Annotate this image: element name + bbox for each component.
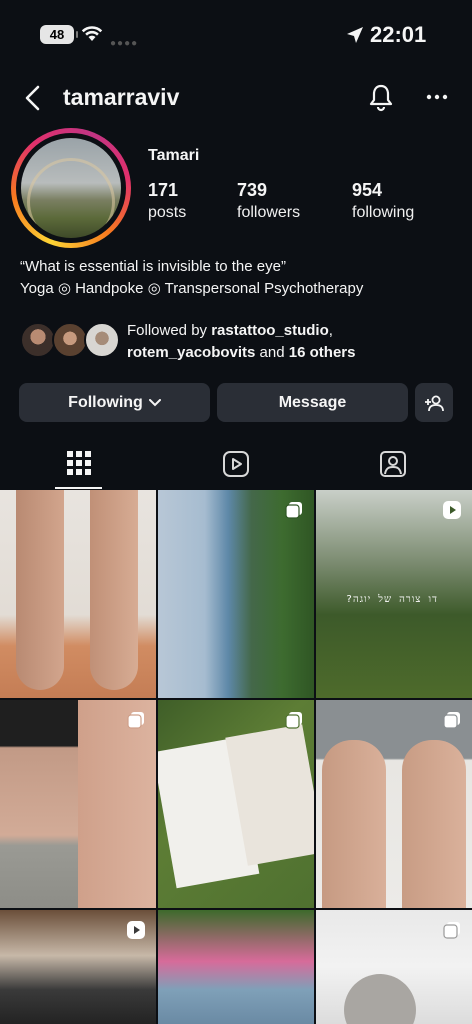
cellular-signal-icon: ●●●● <box>110 38 139 49</box>
following-button-label: Following <box>68 393 143 411</box>
photo-leg <box>402 740 466 908</box>
suggested-users-button[interactable] <box>415 383 453 422</box>
post-thumbnail[interactable] <box>0 700 156 908</box>
carousel-icon <box>285 712 302 729</box>
back-arrow-icon[interactable] <box>22 84 44 112</box>
reel-overlay-text: ?דו צורה של יוגה <box>346 594 438 605</box>
carousel-icon <box>127 712 144 729</box>
followed-by-section[interactable]: Followed by rastattoo_studio, rotem_yaco… <box>20 320 460 364</box>
post-thumbnail[interactable]: ?דו צורה של יוגה <box>316 490 472 698</box>
photo-mirror <box>344 974 416 1024</box>
active-tab-indicator <box>55 487 102 489</box>
bio-line-quote: “What is essential is invisible to the e… <box>20 258 286 275</box>
followed-by-prefix: Followed by <box>127 322 212 339</box>
profile-bio: “What is essential is invisible to the e… <box>20 256 363 300</box>
followed-by-others: 16 others <box>288 344 356 361</box>
follower-avatar <box>84 322 120 358</box>
posts-count: 171 <box>148 180 179 200</box>
time-text: 22:01 <box>370 22 427 47</box>
more-options-icon[interactable] <box>426 94 448 100</box>
carousel-icon <box>285 502 302 519</box>
photo-leg <box>322 740 386 908</box>
followed-by-user-1: rastattoo_studio <box>211 322 329 339</box>
followed-by-comma: , <box>328 322 333 339</box>
posts-stat[interactable]: 171 posts <box>148 180 186 222</box>
reel-icon <box>127 921 145 939</box>
post-thumbnail[interactable] <box>0 910 156 1024</box>
bio-line-tags: Yoga ◎ Handpoke ◎ Transpersonal Psychoth… <box>20 280 364 297</box>
notification-bell-icon[interactable] <box>367 82 395 112</box>
post-thumbnail[interactable] <box>158 910 314 1024</box>
profile-avatar[interactable] <box>11 128 131 248</box>
followers-count: 739 <box>237 180 268 200</box>
add-person-icon <box>425 395 444 411</box>
following-button[interactable]: Following <box>19 383 210 422</box>
follower-avatar <box>20 322 56 358</box>
photo-leg <box>90 490 138 690</box>
reel-icon <box>443 501 461 519</box>
header-username: tamarraviv <box>63 84 180 110</box>
followers-stat[interactable]: 739 followers <box>237 180 300 222</box>
follower-avatar <box>52 322 88 358</box>
following-label: following <box>352 204 415 221</box>
display-name: Tamari <box>148 147 200 164</box>
photo-leg <box>16 490 64 690</box>
message-button-label: Message <box>278 393 347 411</box>
grid-icon[interactable] <box>66 450 92 476</box>
post-thumbnail[interactable] <box>316 910 472 1024</box>
message-button[interactable]: Message <box>217 383 408 422</box>
posts-grid: ?דו צורה של יוגה <box>0 490 472 1024</box>
profile-tabs <box>0 440 472 490</box>
carousel-icon <box>443 922 460 939</box>
post-thumbnail[interactable] <box>158 490 314 698</box>
following-stat[interactable]: 954 following <box>352 180 414 222</box>
followed-by-and: and <box>255 344 289 361</box>
avatar-rainbow <box>27 158 115 238</box>
chevron-down-icon <box>148 398 161 406</box>
followed-by-text: Followed by rastattoo_studio, rotem_yaco… <box>127 320 355 364</box>
status-clock: 22:01 <box>346 22 426 48</box>
tagged-icon[interactable] <box>379 450 407 478</box>
photo-arm <box>78 700 156 908</box>
followers-label: followers <box>237 204 301 221</box>
post-thumbnail[interactable] <box>316 700 472 908</box>
followed-by-user-2: rotem_yacobovits <box>127 344 256 361</box>
status-bar: 48 ●●●● 22:01 <box>0 0 472 70</box>
avatar-photo <box>21 138 121 238</box>
post-thumbnail[interactable] <box>0 490 156 698</box>
reels-icon[interactable] <box>222 450 250 478</box>
following-count: 954 <box>352 180 383 200</box>
wifi-icon <box>81 26 103 41</box>
posts-label: posts <box>148 204 187 221</box>
carousel-icon <box>443 712 460 729</box>
profile-header: tamarraviv <box>0 74 472 122</box>
location-arrow-icon <box>347 27 363 43</box>
battery-indicator: 48 <box>40 25 78 44</box>
post-thumbnail[interactable] <box>158 700 314 908</box>
